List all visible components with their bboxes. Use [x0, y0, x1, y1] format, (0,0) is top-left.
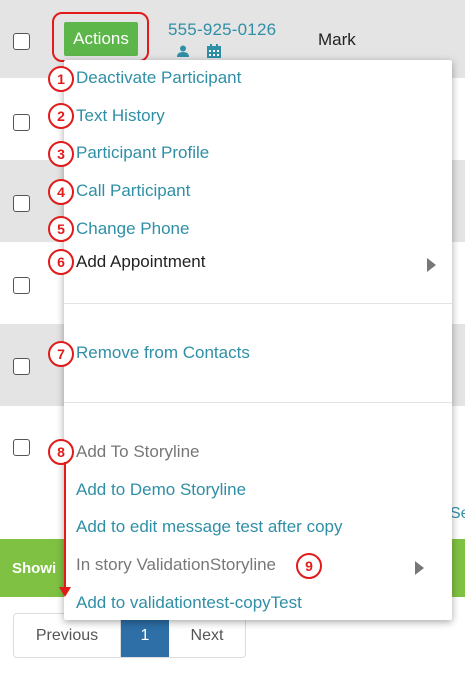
phone-link[interactable]: 555-925-0126: [168, 20, 276, 40]
annotation-badge: 9: [296, 553, 322, 579]
annotation-arrow-line: [64, 462, 66, 589]
annotation-badge: 5: [48, 216, 74, 242]
annotation-badge: 4: [48, 179, 74, 205]
submenu-arrow-icon: [427, 258, 436, 272]
menu-item-text-history[interactable]: Text History: [76, 106, 165, 126]
row-checkbox[interactable]: [13, 439, 30, 456]
menu-item-add-to-validationtest-copytest[interactable]: Add to validationtest-copyTest: [76, 593, 302, 613]
actions-button[interactable]: Actions: [64, 22, 138, 56]
annotation-badge: 2: [48, 103, 74, 129]
row-checkbox[interactable]: [13, 195, 30, 212]
annotation-badge: 8: [48, 439, 74, 465]
row-checkbox[interactable]: [13, 358, 30, 375]
showing-text: Showi: [12, 560, 57, 577]
annotation-badge: 3: [48, 141, 74, 167]
row-checkbox[interactable]: [13, 33, 30, 50]
menu-item-participant-profile[interactable]: Participant Profile: [76, 143, 209, 163]
row-checkbox[interactable]: [13, 277, 30, 294]
row-checkbox[interactable]: [13, 114, 30, 131]
menu-item-in-story-validationstoryline[interactable]: In story ValidationStoryline: [76, 555, 276, 575]
annotation-badge: 6: [48, 249, 74, 275]
previous-page-button[interactable]: Previous: [14, 614, 121, 657]
page-1-button[interactable]: 1: [121, 614, 169, 657]
partial-link[interactable]: Se: [450, 505, 465, 523]
menu-header-add-to-storyline: Add To Storyline: [76, 442, 200, 461]
menu-divider: [64, 402, 452, 403]
menu-item-remove-from-contacts[interactable]: Remove from Contacts: [76, 343, 250, 363]
annotation-badge: 1: [48, 66, 74, 92]
next-page-button[interactable]: Next: [169, 614, 245, 657]
menu-item-add-to-demo-storyline[interactable]: Add to Demo Storyline: [76, 480, 246, 500]
person-icon[interactable]: [177, 45, 189, 57]
menu-item-add-appointment[interactable]: Add Appointment: [76, 252, 205, 272]
menu-item-add-to-edit-message-test[interactable]: Add to edit message test after copy: [76, 517, 342, 537]
participant-name: Mark: [318, 30, 356, 49]
calendar-icon[interactable]: [207, 44, 221, 58]
menu-item-call-participant[interactable]: Call Participant: [76, 181, 190, 201]
menu-item-change-phone[interactable]: Change Phone: [76, 219, 189, 239]
submenu-arrow-icon: [415, 561, 424, 575]
annotation-badge: 7: [48, 341, 74, 367]
menu-item-deactivate-participant[interactable]: Deactivate Participant: [76, 68, 241, 88]
menu-divider: [64, 303, 452, 304]
annotation-arrow-head: [59, 587, 71, 597]
